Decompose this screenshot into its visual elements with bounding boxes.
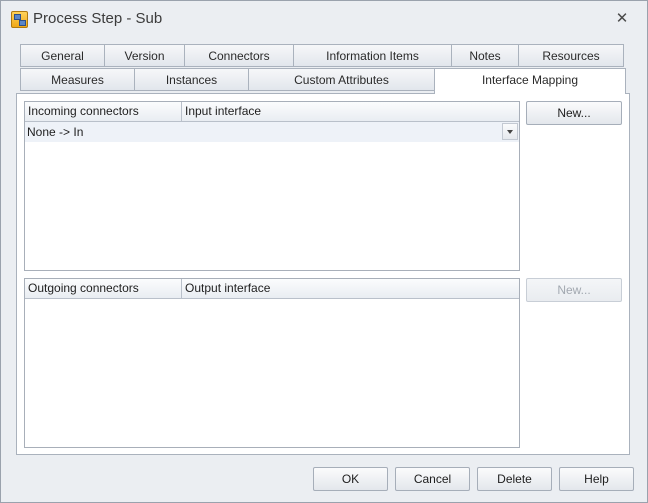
- delete-button[interactable]: Delete: [477, 467, 552, 491]
- dialog-window: Process Step - Sub ✕ General Version Con…: [0, 0, 648, 503]
- grid-header: Incoming connectors Input interface: [25, 102, 519, 122]
- outgoing-connectors-grid[interactable]: Outgoing connectors Output interface: [24, 278, 520, 448]
- column-header-output-interface[interactable]: Output interface: [182, 279, 519, 298]
- ok-button[interactable]: OK: [313, 467, 388, 491]
- tab-connectors[interactable]: Connectors: [184, 44, 294, 67]
- table-row[interactable]: None -> In: [25, 122, 519, 142]
- process-step-icon: [11, 11, 28, 28]
- close-icon[interactable]: ✕: [611, 10, 633, 28]
- chevron-down-icon: [507, 130, 513, 134]
- new-outgoing-button: New...: [526, 278, 622, 302]
- tab-notes[interactable]: Notes: [451, 44, 519, 67]
- grid-header: Outgoing connectors Output interface: [25, 279, 519, 299]
- help-button[interactable]: Help: [559, 467, 634, 491]
- tab-resources[interactable]: Resources: [518, 44, 624, 67]
- tab-instances[interactable]: Instances: [134, 68, 249, 91]
- column-header-incoming-connectors[interactable]: Incoming connectors: [25, 102, 182, 121]
- tab-panel-interface-mapping: Incoming connectors Input interface None…: [16, 93, 630, 455]
- title-bar[interactable]: Process Step - Sub ✕: [1, 1, 647, 35]
- cancel-button[interactable]: Cancel: [395, 467, 470, 491]
- tab-custom-attributes[interactable]: Custom Attributes: [248, 68, 435, 91]
- tab-general[interactable]: General: [20, 44, 105, 67]
- row-mapping-text: None -> In: [27, 125, 84, 139]
- incoming-connectors-grid[interactable]: Incoming connectors Input interface None…: [24, 101, 520, 271]
- new-incoming-button[interactable]: New...: [526, 101, 622, 125]
- column-header-input-interface[interactable]: Input interface: [182, 102, 519, 121]
- tab-version[interactable]: Version: [104, 44, 185, 67]
- column-header-outgoing-connectors[interactable]: Outgoing connectors: [25, 279, 182, 298]
- window-title: Process Step - Sub: [33, 10, 163, 27]
- tab-information-items[interactable]: Information Items: [293, 44, 452, 67]
- tab-measures[interactable]: Measures: [20, 68, 135, 91]
- tab-interface-mapping[interactable]: Interface Mapping: [434, 68, 626, 94]
- dropdown-button[interactable]: [502, 123, 518, 140]
